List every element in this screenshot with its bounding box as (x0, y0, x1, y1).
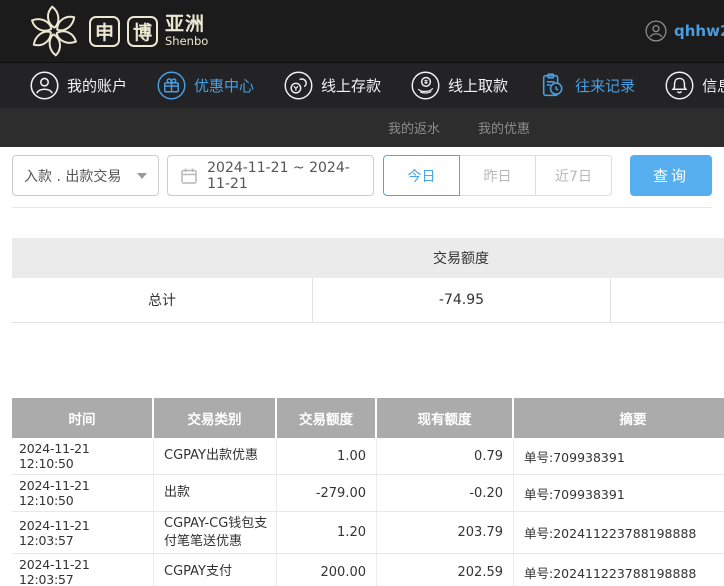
transactions-header-row: 时间 交易类别 交易额度 现有额度 摘要 (12, 398, 724, 438)
yesterday-button[interactable]: 昨日 (459, 155, 536, 196)
query-button[interactable]: 查询 (630, 155, 712, 196)
nav-item-messages[interactable]: 信息 (665, 71, 724, 100)
cell-note: 单号:202411223788198888 (524, 565, 697, 581)
summary-header-row: 交易额度 (12, 238, 724, 278)
brand-region: 亚洲 (165, 13, 206, 35)
cell-note: 单号:709938391 (524, 449, 625, 465)
top-header: 申 博 亚洲 Shenbo qhhw2 (0, 0, 724, 62)
main-nav: 我的账户 优惠中心 线上存款 线上取款 往来记录 信 (0, 62, 724, 108)
brand-char-1: 申 (94, 21, 114, 44)
cell-time: 2024-11-21 12:03:57 (12, 554, 154, 586)
filter-row: 入款 . 出款交易 2024-11-21 ~ 2024-11-21 今日 昨日 … (12, 155, 712, 196)
nav-label: 线上存款 (321, 77, 382, 95)
nav-item-my-account[interactable]: 我的账户 (30, 71, 127, 100)
brand-char-box-1: 申 (89, 15, 120, 47)
content-area: 入款 . 出款交易 2024-11-21 ~ 2024-11-21 今日 昨日 … (0, 155, 724, 586)
summary-header-amount: 交易额度 (433, 251, 489, 267)
column-header-time: 时间 (12, 398, 154, 438)
brand-subtitle: Shenbo (165, 33, 209, 48)
column-header-amount: 交易额度 (277, 398, 377, 438)
nav-label: 信息 (702, 77, 724, 95)
column-header-balance: 现有额度 (377, 398, 514, 438)
calendar-icon (181, 168, 197, 184)
flower-logo-icon (30, 5, 78, 57)
withdraw-icon (411, 71, 440, 100)
cell-type: CGPAY出款优惠 (154, 438, 277, 474)
nav-item-deposit[interactable]: 线上存款 (284, 71, 381, 100)
summary-header-empty (610, 238, 724, 278)
transactions-table: 时间 交易类别 交易额度 现有额度 摘要 2024-11-21 12:10:50… (12, 398, 724, 586)
summary-table: 交易额度 总计 -74.95 (12, 238, 724, 323)
nav-item-withdraw[interactable]: 线上取款 (411, 71, 508, 100)
table-row: 2024-11-21 12:03:57 CGPAY-CG钱包支付笔笔送优惠 1.… (12, 512, 724, 555)
cell-type: 出款 (154, 475, 277, 511)
brand-logo[interactable]: 申 博 亚洲 Shenbo (26, 4, 208, 58)
quick-range-group: 今日 昨日 近7日 (383, 155, 612, 196)
transaction-type-select[interactable]: 入款 . 出款交易 (12, 155, 160, 196)
last-7-days-button[interactable]: 近7日 (535, 155, 612, 196)
cell-balance: 203.79 (377, 512, 514, 554)
cell-time: 2024-11-21 12:10:50 (12, 475, 154, 511)
brand-char-box-2: 博 (127, 15, 158, 47)
summary-total-value: -74.95 (312, 278, 610, 322)
cell-amount: 1.20 (277, 512, 377, 554)
cell-time: 2024-11-21 12:10:50 (12, 438, 154, 474)
sub-nav: 我的返水 我的优惠 (0, 108, 724, 147)
cell-balance: 0.79 (377, 438, 514, 474)
user-account[interactable]: qhhw2 (645, 0, 724, 62)
cell-note: 单号:709938391 (524, 486, 625, 502)
column-header-note: 摘要 (514, 398, 724, 438)
nav-label: 我的账户 (67, 77, 128, 95)
nav-label: 线上取款 (448, 77, 509, 95)
cell-time: 2024-11-21 12:03:57 (12, 512, 154, 554)
user-icon (30, 71, 59, 100)
subnav-item-rebate[interactable]: 我的返水 (388, 118, 440, 137)
summary-header-empty (12, 238, 312, 278)
subnav-item-promotions[interactable]: 我的优惠 (478, 118, 530, 137)
records-icon (542, 73, 563, 97)
transaction-type-value: 入款 . 出款交易 (24, 168, 122, 185)
table-row: 2024-11-21 12:03:57 CGPAY支付 200.00 202.5… (12, 554, 724, 586)
cell-amount: 1.00 (277, 438, 377, 474)
date-range-value: 2024-11-21 ~ 2024-11-21 (207, 159, 350, 192)
cell-note: 单号:202411223788198888 (524, 526, 697, 542)
table-row: 2024-11-21 12:10:50 出款 -279.00 -0.20 单号:… (12, 475, 724, 512)
nav-label: 优惠中心 (194, 77, 255, 95)
cell-balance: -0.20 (377, 475, 514, 511)
gift-icon (157, 71, 186, 100)
cell-type: CGPAY支付 (154, 554, 277, 586)
username[interactable]: qhhw2 (674, 22, 724, 40)
cell-amount: 200.00 (277, 554, 377, 586)
bell-icon (665, 71, 694, 100)
deposit-icon (284, 71, 313, 100)
nav-label: 往来记录 (575, 77, 636, 95)
chevron-down-icon (137, 172, 148, 179)
divider (12, 207, 712, 208)
today-button[interactable]: 今日 (383, 155, 460, 196)
cell-type: CGPAY-CG钱包支付笔笔送优惠 (154, 512, 277, 554)
brand-char-2: 博 (132, 21, 152, 44)
cell-amount: -279.00 (277, 475, 377, 511)
user-avatar-icon (645, 20, 667, 42)
nav-item-promotions[interactable]: 优惠中心 (157, 71, 254, 100)
cell-balance: 202.59 (377, 554, 514, 586)
date-range-input[interactable]: 2024-11-21 ~ 2024-11-21 (167, 155, 374, 196)
summary-total-row: 总计 -74.95 (12, 278, 724, 323)
summary-total-label: 总计 (148, 293, 176, 309)
nav-item-records[interactable]: 往来记录 (538, 71, 635, 100)
table-row: 2024-11-21 12:10:50 CGPAY出款优惠 1.00 0.79 … (12, 438, 724, 475)
column-header-type: 交易类别 (154, 398, 277, 438)
summary-total-empty (610, 278, 724, 322)
